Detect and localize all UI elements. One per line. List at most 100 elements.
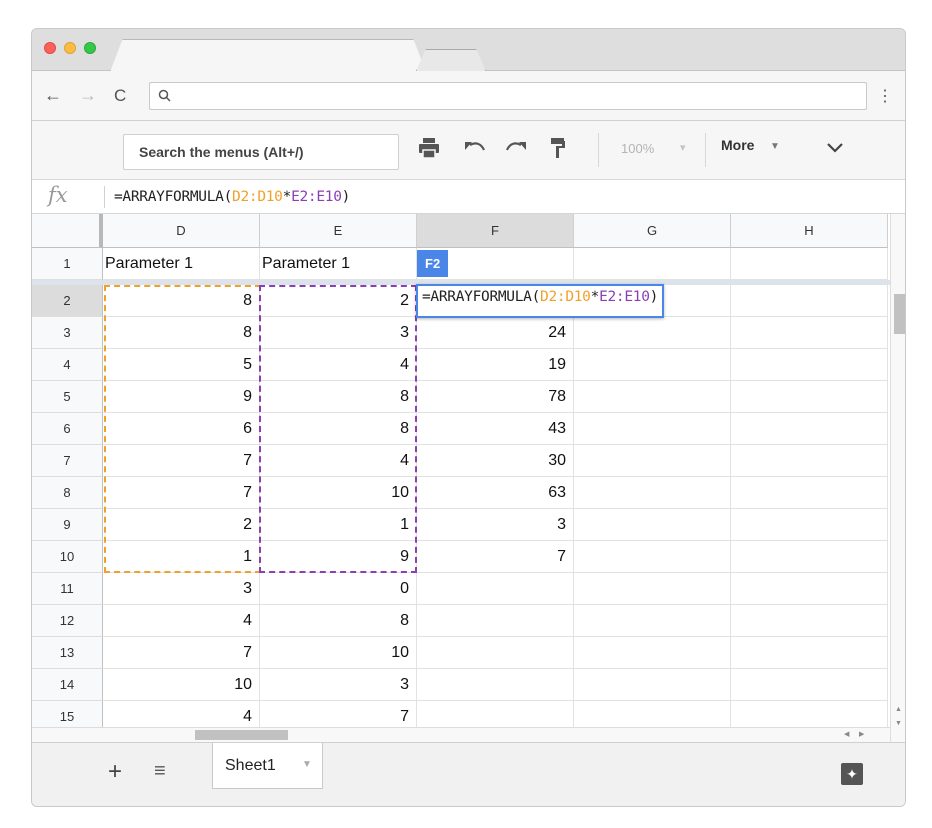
cell-e8[interactable]: 10 xyxy=(260,477,417,509)
cell-e7[interactable]: 4 xyxy=(260,445,417,477)
cell-h13[interactable] xyxy=(731,637,888,669)
column-header-d[interactable]: D xyxy=(103,214,260,248)
row-header-8[interactable]: 8 xyxy=(32,477,103,509)
formula-input[interactable]: =ARRAYFORMULA(D2:D10*E2:E10) xyxy=(114,189,350,205)
cell-editor[interactable]: =ARRAYFORMULA(D2:D10*E2:E10) xyxy=(416,284,665,318)
redo-icon[interactable] xyxy=(505,141,527,155)
cell-g6[interactable] xyxy=(574,413,731,445)
cell-d14[interactable]: 10 xyxy=(103,669,260,701)
cell-h7[interactable] xyxy=(731,445,888,477)
column-header-g[interactable]: G xyxy=(574,214,731,248)
row-header-14[interactable]: 14 xyxy=(32,669,103,701)
cell-d6[interactable]: 6 xyxy=(103,413,260,445)
horizontal-scrollbar[interactable]: ◀ ▶ xyxy=(32,727,890,742)
new-tab-button[interactable] xyxy=(416,49,486,71)
row-header-6[interactable]: 6 xyxy=(32,413,103,445)
row-header-11[interactable]: 11 xyxy=(32,573,103,605)
cell-f14[interactable] xyxy=(417,669,574,701)
column-header-e[interactable]: E xyxy=(260,214,417,248)
cell-f9[interactable]: 3 xyxy=(417,509,574,541)
row-header-7[interactable]: 7 xyxy=(32,445,103,477)
print-icon[interactable] xyxy=(418,138,440,158)
row-header-5[interactable]: 5 xyxy=(32,381,103,413)
cell-f4[interactable]: 19 xyxy=(417,349,574,381)
cell-h11[interactable] xyxy=(731,573,888,605)
cell-h4[interactable] xyxy=(731,349,888,381)
cell-g7[interactable] xyxy=(574,445,731,477)
maximize-window-button[interactable] xyxy=(84,42,96,54)
undo-icon[interactable] xyxy=(464,141,486,155)
forward-arrow-icon[interactable]: → xyxy=(79,85,97,106)
back-arrow-icon[interactable]: ← xyxy=(44,85,62,106)
cell-e11[interactable]: 0 xyxy=(260,573,417,605)
cell-h2[interactable] xyxy=(731,285,888,317)
cell-e4[interactable]: 4 xyxy=(260,349,417,381)
cell-g13[interactable] xyxy=(574,637,731,669)
row-header-9[interactable]: 9 xyxy=(32,509,103,541)
cell-f12[interactable] xyxy=(417,605,574,637)
row-header-13[interactable]: 13 xyxy=(32,637,103,669)
cell-g11[interactable] xyxy=(574,573,731,605)
cell-h12[interactable] xyxy=(731,605,888,637)
row-header-2[interactable]: 2 xyxy=(32,285,103,317)
cell-e9[interactable]: 1 xyxy=(260,509,417,541)
cell-d4[interactable]: 5 xyxy=(103,349,260,381)
cell-h14[interactable] xyxy=(731,669,888,701)
cell-g8[interactable] xyxy=(574,477,731,509)
cell-f8[interactable]: 63 xyxy=(417,477,574,509)
row-header-3[interactable]: 3 xyxy=(32,317,103,349)
cell-e13[interactable]: 10 xyxy=(260,637,417,669)
close-window-button[interactable] xyxy=(44,42,56,54)
cell-g9[interactable] xyxy=(574,509,731,541)
cell-f6[interactable]: 43 xyxy=(417,413,574,445)
browser-tab-active[interactable] xyxy=(110,39,426,72)
more-button[interactable]: More xyxy=(721,137,754,153)
scroll-left-arrow-icon[interactable]: ◀ xyxy=(844,730,849,738)
scroll-right-arrow-icon[interactable]: ▶ xyxy=(859,730,864,738)
cell-f11[interactable] xyxy=(417,573,574,605)
scroll-down-arrow-icon[interactable]: ▼ xyxy=(895,720,902,727)
column-header-f[interactable]: F xyxy=(417,214,574,248)
cell-d8[interactable]: 7 xyxy=(103,477,260,509)
cell-d13[interactable]: 7 xyxy=(103,637,260,669)
cell-e10[interactable]: 9 xyxy=(260,541,417,573)
cell-g5[interactable] xyxy=(574,381,731,413)
horizontal-scroll-thumb[interactable] xyxy=(195,730,288,740)
cell-f3[interactable]: 24 xyxy=(417,317,574,349)
cell-e6[interactable]: 8 xyxy=(260,413,417,445)
zoom-select[interactable]: 100% xyxy=(621,141,654,156)
cell-h3[interactable] xyxy=(731,317,888,349)
row-header-1[interactable]: 1 xyxy=(32,248,103,280)
row-header-10[interactable]: 10 xyxy=(32,541,103,573)
cell-g10[interactable] xyxy=(574,541,731,573)
cell-e5[interactable]: 8 xyxy=(260,381,417,413)
cell-h6[interactable] xyxy=(731,413,888,445)
cell-g4[interactable] xyxy=(574,349,731,381)
cell-d12[interactable]: 4 xyxy=(103,605,260,637)
cell-d5[interactable]: 9 xyxy=(103,381,260,413)
cell-h5[interactable] xyxy=(731,381,888,413)
paint-format-icon[interactable] xyxy=(550,137,566,159)
column-header-h[interactable]: H xyxy=(731,214,888,248)
cell-d2[interactable]: 8 xyxy=(103,285,260,317)
select-all-corner[interactable] xyxy=(32,214,103,248)
reload-icon[interactable]: C xyxy=(114,86,126,106)
cell-g12[interactable] xyxy=(574,605,731,637)
cell-h10[interactable] xyxy=(731,541,888,573)
minimize-window-button[interactable] xyxy=(64,42,76,54)
browser-menu-icon[interactable]: ⋮ xyxy=(877,86,893,106)
cell-d3[interactable]: 8 xyxy=(103,317,260,349)
cell-d10[interactable]: 1 xyxy=(103,541,260,573)
scroll-up-arrow-icon[interactable]: ▲ xyxy=(895,706,902,713)
vertical-scroll-thumb[interactable] xyxy=(894,294,905,334)
search-menus-input[interactable]: Search the menus (Alt+/) xyxy=(123,134,399,170)
vertical-scrollbar[interactable]: ▲ ▼ xyxy=(890,214,905,742)
cell-e2[interactable]: 2 xyxy=(260,285,417,317)
row-header-4[interactable]: 4 xyxy=(32,349,103,381)
cell-e14[interactable]: 3 xyxy=(260,669,417,701)
sheet-tab[interactable]: Sheet1 ▼ xyxy=(212,743,323,789)
cell-h9[interactable] xyxy=(731,509,888,541)
all-sheets-list-icon[interactable]: ≡ xyxy=(154,760,166,783)
cell-f13[interactable] xyxy=(417,637,574,669)
row-header-12[interactable]: 12 xyxy=(32,605,103,637)
